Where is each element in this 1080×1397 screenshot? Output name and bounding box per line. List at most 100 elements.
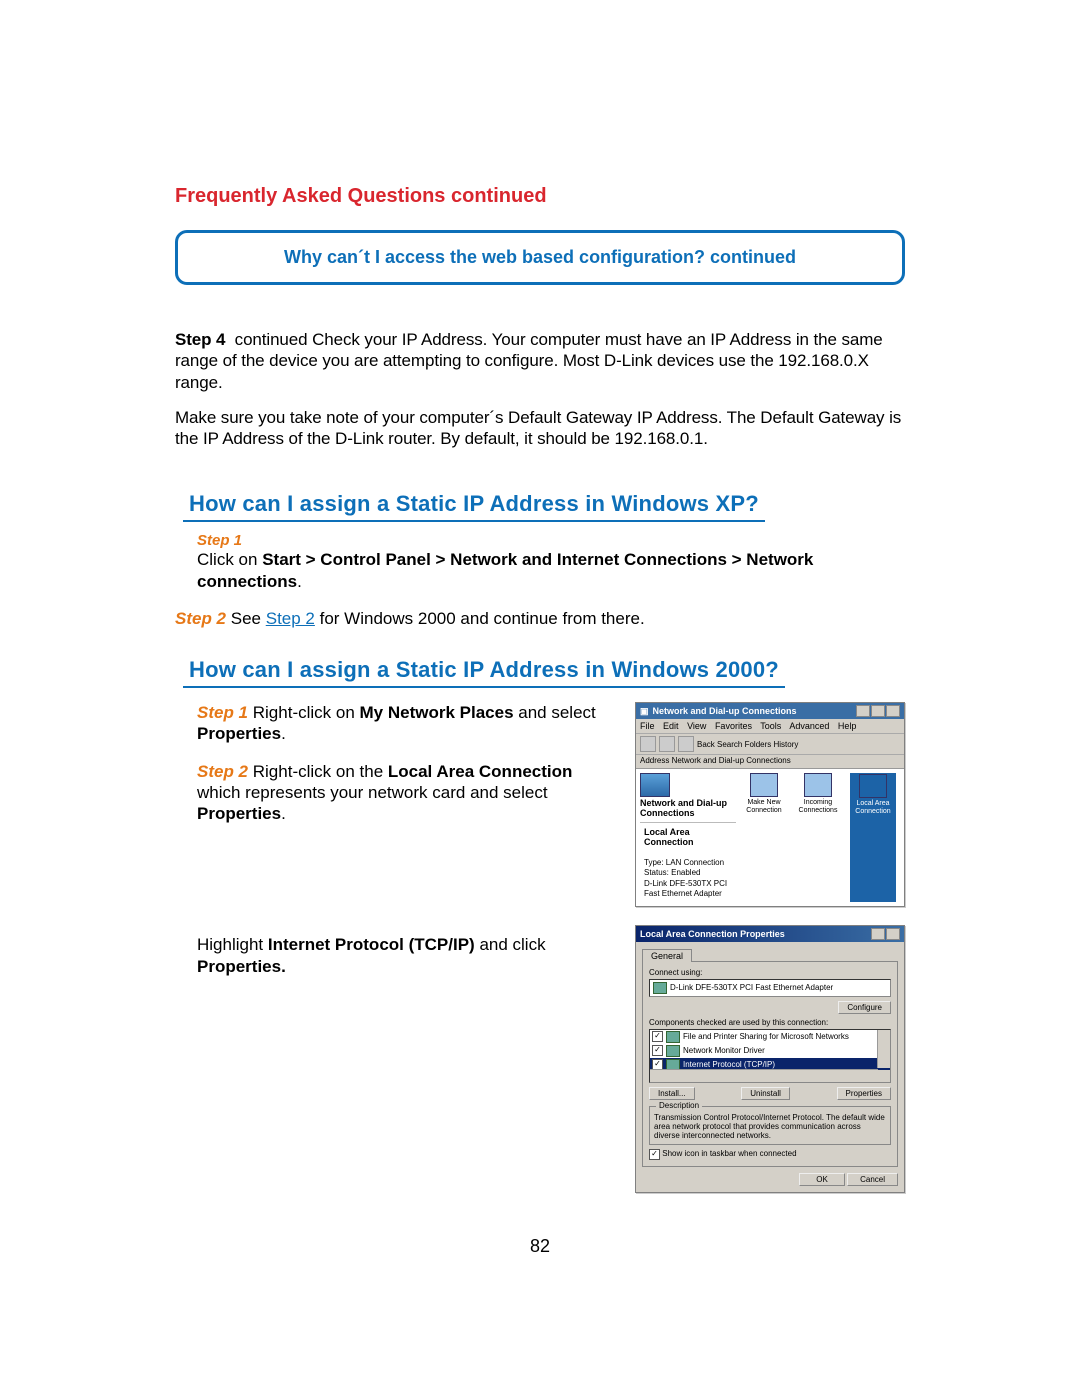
w2k-hl-d: Properties. bbox=[197, 957, 286, 976]
show-icon-label: Show icon in taskbar when connected bbox=[662, 1149, 796, 1158]
w2k-s1-a: Right-click on bbox=[248, 703, 359, 722]
toolbar-text: Back Search Folders History bbox=[697, 740, 798, 749]
back-icon bbox=[640, 736, 656, 752]
ok-button: OK bbox=[799, 1173, 845, 1186]
w2k-s2-e: . bbox=[281, 804, 286, 823]
connect-using-label: Connect using: bbox=[649, 968, 891, 977]
window-controls bbox=[856, 705, 900, 717]
window-body: Network and Dial-up Connections Local Ar… bbox=[636, 769, 904, 906]
screenshot-lan-properties: Local Area Connection Properties General… bbox=[635, 925, 905, 1193]
scroll-corner bbox=[878, 1070, 890, 1082]
w2k-hl-a: Highlight bbox=[197, 935, 268, 954]
tab-general: General bbox=[642, 949, 692, 962]
w2k-highlight-text: Highlight Internet Protocol (TCP/IP) and… bbox=[197, 934, 607, 977]
xp-step2-line: Step 2 See Step 2 for Windows 2000 and c… bbox=[175, 608, 905, 629]
w2k-hl-c: and click bbox=[475, 935, 546, 954]
dialog-titlebar: Local Area Connection Properties bbox=[636, 926, 904, 942]
menu-advanced: Advanced bbox=[789, 721, 829, 731]
folder-icon bbox=[640, 773, 670, 797]
icon-label: Incoming Connections bbox=[799, 799, 838, 814]
callout-text: Why can´t I access the web based configu… bbox=[284, 247, 796, 267]
dialog-controls bbox=[871, 928, 900, 940]
adapter-icon bbox=[653, 982, 667, 994]
icon-make-new: Make New Connection bbox=[742, 773, 786, 902]
component-icon bbox=[666, 1045, 680, 1057]
document-page: Frequently Asked Questions continued Why… bbox=[0, 0, 1080, 1397]
icon-area: Make New Connection Incoming Connections… bbox=[742, 773, 900, 902]
checkbox-icon: ✓ bbox=[652, 1045, 663, 1056]
faq-heading: Frequently Asked Questions continued bbox=[175, 185, 905, 208]
status-line-1: Type: LAN Connection bbox=[644, 858, 724, 867]
properties-button: Properties bbox=[837, 1087, 891, 1100]
icon-label: Local Area Connection bbox=[855, 800, 890, 815]
w2k-hl-b: Internet Protocol (TCP/IP) bbox=[268, 935, 475, 954]
gateway-paragraph: Make sure you take note of your computer… bbox=[175, 407, 905, 450]
icon-lan-selected: Local Area Connection bbox=[850, 773, 896, 902]
right-column: ▣ Network and Dial-up Connections File E… bbox=[635, 702, 905, 1211]
description-text: Transmission Control Protocol/Internet P… bbox=[654, 1113, 885, 1140]
close-icon bbox=[886, 705, 900, 717]
w2k-s2-a: Right-click on the bbox=[248, 762, 388, 781]
pane-heading: Network and Dial-up Connections bbox=[640, 799, 736, 819]
step4-label: Step 4 bbox=[175, 330, 225, 349]
w2k-s2-b: Local Area Connection bbox=[388, 762, 573, 781]
xp-step1-text: Click on Start > Control Panel > Network… bbox=[197, 549, 905, 592]
component-icon bbox=[666, 1031, 680, 1043]
w2k-s1-e: . bbox=[281, 724, 286, 743]
left-info-pane: Network and Dial-up Connections Local Ar… bbox=[640, 773, 736, 902]
section-xp-wrap: How can I assign a Static IP Address in … bbox=[175, 463, 905, 528]
components-list: ✓ File and Printer Sharing for Microsoft … bbox=[649, 1029, 891, 1083]
section-heading-xp: How can I assign a Static IP Address in … bbox=[183, 491, 765, 522]
window-icon: ▣ bbox=[640, 706, 649, 717]
w2k-step2: Step 2 Right-click on the Local Area Con… bbox=[197, 761, 607, 825]
w2k-s2-c: which represents your network card and s… bbox=[197, 783, 548, 802]
xp-step1-bold: Start > Control Panel > Network and Inte… bbox=[197, 550, 813, 590]
description-legend: Description bbox=[656, 1101, 702, 1110]
configure-button: Configure bbox=[838, 1001, 891, 1014]
configure-row: Configure bbox=[649, 1001, 891, 1014]
close-icon bbox=[886, 928, 900, 940]
window-titlebar: ▣ Network and Dial-up Connections bbox=[636, 703, 904, 719]
address-bar: Address Network and Dial-up Connections bbox=[636, 755, 904, 769]
xp-step1-a: Click on bbox=[197, 550, 262, 569]
maximize-icon bbox=[871, 705, 885, 717]
menu-tools: Tools bbox=[760, 721, 781, 731]
cancel-button: Cancel bbox=[847, 1173, 898, 1186]
button-row: Install... Uninstall Properties bbox=[649, 1087, 891, 1100]
components-label: Components checked are used by this conn… bbox=[649, 1018, 891, 1027]
step2-link[interactable]: Step 2 bbox=[266, 609, 315, 628]
uninstall-button: Uninstall bbox=[741, 1087, 790, 1100]
page-number: 82 bbox=[0, 1236, 1080, 1257]
menu-favorites: Favorites bbox=[715, 721, 752, 731]
minimize-icon bbox=[856, 705, 870, 717]
item-text: File and Printer Sharing for Microsoft N… bbox=[683, 1032, 849, 1041]
dialog-body: General Connect using: D-Link DFE-530TX … bbox=[636, 942, 904, 1192]
checkbox-icon: ✓ bbox=[649, 1149, 660, 1160]
xp-step1-label: Step 1 bbox=[197, 532, 905, 549]
w2k-s1-b: My Network Places bbox=[360, 703, 514, 722]
w2k-s2-d: Properties bbox=[197, 804, 281, 823]
w2k-s1-c: and select bbox=[514, 703, 596, 722]
callout-box: Why can´t I access the web based configu… bbox=[175, 230, 905, 285]
w2k-step2-label: Step 2 bbox=[197, 762, 248, 781]
xp-step2-b: for Windows 2000 and continue from there… bbox=[315, 609, 645, 628]
adapter-name: D-Link DFE-530TX PCI Fast Ethernet Adapt… bbox=[670, 983, 833, 992]
menu-file: File bbox=[640, 721, 655, 731]
w2k-step1-label: Step 1 bbox=[197, 703, 248, 722]
dialog-actions: OK Cancel bbox=[642, 1173, 898, 1186]
scrollbar-vertical bbox=[877, 1030, 890, 1068]
scrollbar-horizontal bbox=[650, 1069, 878, 1082]
left-column: Step 1 Right-click on My Network Places … bbox=[175, 702, 607, 993]
item-text: Network Monitor Driver bbox=[683, 1046, 765, 1055]
menu-view: View bbox=[687, 721, 706, 731]
xp-step2-label: Step 2 bbox=[175, 609, 226, 628]
tab-panel: Connect using: D-Link DFE-530TX PCI Fast… bbox=[642, 961, 898, 1167]
status-box: Local Area Connection Type: LAN Connecti… bbox=[640, 826, 736, 902]
help-icon bbox=[871, 928, 885, 940]
step4-paragraph: Step 4 continued Check your IP Address. … bbox=[175, 329, 905, 393]
xp-step2-a: See bbox=[226, 609, 266, 628]
xp-step1-period: . bbox=[297, 572, 302, 591]
step4-continued: continued bbox=[235, 330, 308, 349]
up-icon bbox=[678, 736, 694, 752]
w2k-s1-d: Properties bbox=[197, 724, 281, 743]
